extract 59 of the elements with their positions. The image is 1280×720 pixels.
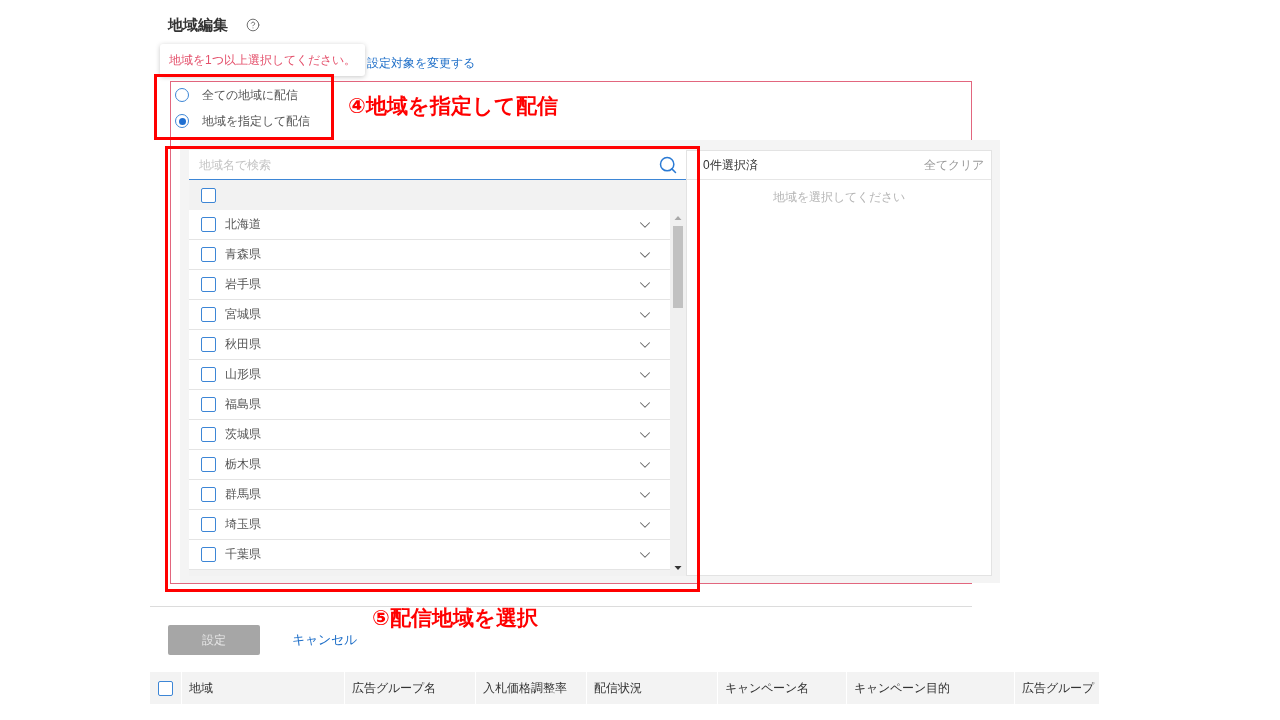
region-name: 埼玉県 [225,516,262,533]
region-name: 山形県 [225,366,262,383]
region-name: 茨城県 [225,426,262,443]
help-icon[interactable] [246,18,260,32]
checkbox[interactable] [201,307,216,322]
checkbox[interactable] [201,457,216,472]
region-row[interactable]: 岩手県 [189,270,670,300]
column-header[interactable]: キャンペーン目的 [847,672,1015,704]
checkbox[interactable] [201,367,216,382]
column-header[interactable]: キャンペーン名 [718,672,847,704]
region-row[interactable]: 宮城県 [189,300,670,330]
checkbox[interactable] [201,277,216,292]
radio-button[interactable] [175,114,189,128]
checkbox[interactable] [201,427,216,442]
checkbox[interactable] [201,517,216,532]
checkbox[interactable] [201,547,216,562]
checkbox[interactable] [158,680,173,696]
region-name: 宮城県 [225,306,262,323]
checkbox[interactable] [201,397,216,412]
page-title: 地域編集 [168,15,228,35]
region-row[interactable]: 埼玉県 [189,510,670,540]
region-row[interactable]: 福島県 [189,390,670,420]
region-row[interactable]: 青森県 [189,240,670,270]
region-row[interactable]: 北海道 [189,210,670,240]
radio-button[interactable] [175,88,189,102]
checkbox[interactable] [201,247,216,262]
region-row[interactable]: 茨城県 [189,420,670,450]
error-tooltip: 地域を1つ以上選択してください。 [160,44,365,76]
cancel-link[interactable]: キャンセル [292,631,357,649]
radio-label[interactable]: 地域を指定して配信 [202,112,310,130]
radio-label[interactable]: 全ての地域に配信 [202,86,298,104]
region-row[interactable]: 秋田県 [189,330,670,360]
search-icon[interactable] [658,154,678,175]
column-header[interactable]: 広告グループ [1015,672,1100,704]
checkbox[interactable] [201,187,216,203]
region-row[interactable]: 山形県 [189,360,670,390]
checkbox[interactable] [201,487,216,502]
region-name: 栃木県 [225,456,262,473]
region-name: 青森県 [225,246,262,263]
region-name: 秋田県 [225,336,262,353]
region-name: 北海道 [225,216,262,233]
column-header[interactable]: 地域 [182,672,345,704]
region-name: 千葉県 [225,546,262,563]
region-name: 福島県 [225,396,262,413]
change-target-link[interactable]: 設定対象を変更する [366,55,475,71]
region-row[interactable]: 栃木県 [189,450,670,480]
annotation-label: ④地域を指定して配信 [348,93,558,119]
annotation-label: ⑤配信地域を選択 [372,605,538,631]
column-header[interactable]: 広告グループ名 [345,672,476,704]
column-header[interactable]: 入札価格調整率 [476,672,587,704]
region-row[interactable]: 千葉県 [189,540,670,570]
region-name: 岩手県 [225,276,262,293]
region-row[interactable]: 群馬県 [189,480,670,510]
checkbox[interactable] [201,217,216,232]
empty-message: 地域を選択してください [773,189,905,206]
column-header[interactable]: 配信状況 [587,672,718,704]
checkbox[interactable] [201,337,216,352]
region-name: 群馬県 [225,486,262,503]
selected-count: 0件選択済 [703,156,758,174]
